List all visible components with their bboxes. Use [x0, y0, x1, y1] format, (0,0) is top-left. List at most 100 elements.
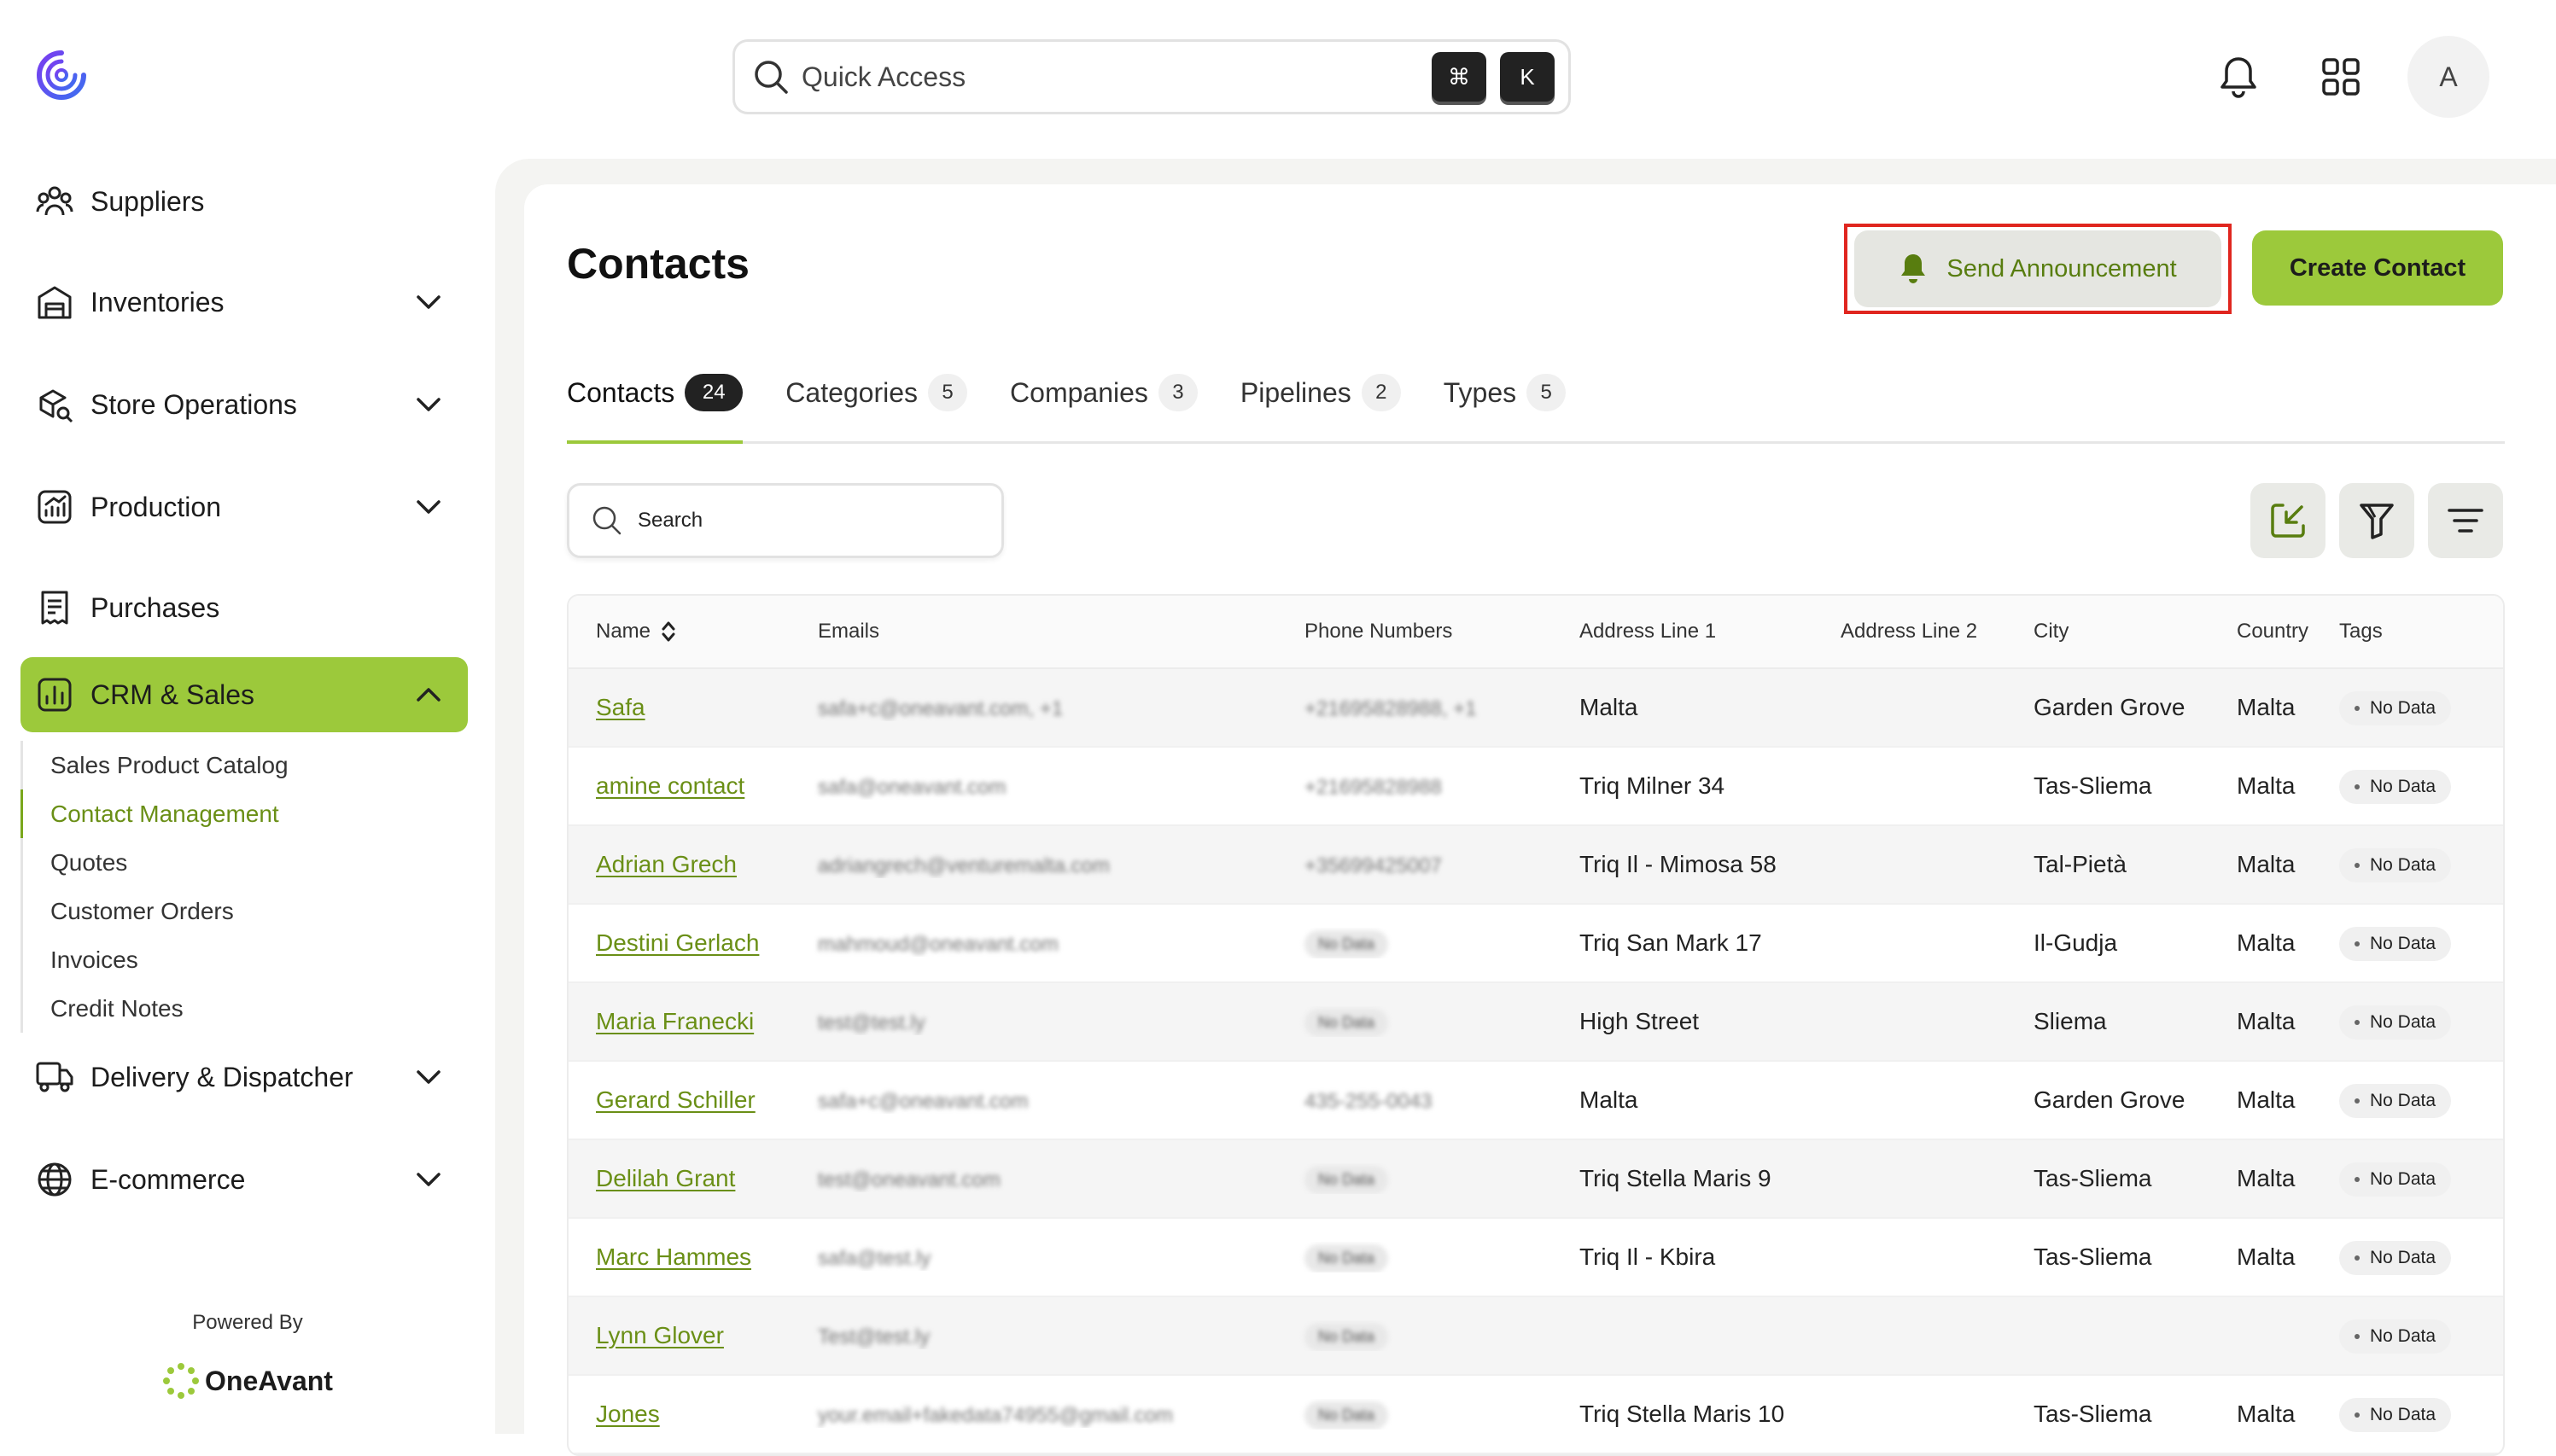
cell-city: Tal-Pietà — [2034, 851, 2127, 877]
subnav-item-invoices[interactable]: Invoices — [23, 935, 464, 984]
contact-name-link[interactable]: Jones — [596, 1401, 660, 1427]
tab-contacts[interactable]: Contacts 24 — [567, 367, 744, 444]
phone-empty-pill: No Data — [1304, 1166, 1389, 1194]
contact-name-link[interactable]: Delilah Grant — [596, 1165, 735, 1191]
receipt-icon — [34, 587, 75, 628]
truck-icon — [34, 1057, 75, 1098]
subnav-item-quotes[interactable]: Quotes — [23, 838, 464, 887]
cell-name: Marc Hammes — [569, 1243, 791, 1271]
chevron-down-icon[interactable] — [411, 387, 446, 422]
filter-button[interactable] — [2339, 483, 2414, 558]
phone-value: +35699425007 — [1304, 854, 1442, 877]
create-contact-button[interactable]: Create Contact — [2252, 230, 2503, 306]
cell-phone: +21695828988, +1 — [1277, 694, 1552, 721]
cell-email: test@oneavant.com — [791, 1165, 1277, 1192]
sidebar-item-e-commerce[interactable]: E-commerce — [20, 1142, 468, 1217]
subnav-item-credit-notes[interactable]: Credit Notes — [23, 984, 464, 1033]
tag-badge: No Data — [2339, 1162, 2452, 1197]
sidebar-item-suppliers[interactable]: Suppliers — [20, 164, 468, 239]
subnav-item-customer-orders[interactable]: Customer Orders — [23, 887, 464, 935]
tag-badge: No Data — [2339, 1084, 2452, 1118]
contacts-search-input[interactable]: Search — [567, 483, 1004, 558]
table-row[interactable]: amine contact safa@oneavant.com +216958289… — [569, 748, 2503, 826]
search-icon — [755, 61, 788, 94]
search-icon — [592, 506, 621, 535]
tab-label: Pipelines — [1240, 376, 1351, 408]
cell-address-line-1: Triq Stella Maris 9 — [1579, 1165, 1771, 1191]
contact-name-link[interactable]: Safa — [596, 694, 645, 720]
contact-name-link[interactable]: Marc Hammes — [596, 1243, 751, 1270]
brand-logo: OneAvant — [162, 1362, 333, 1400]
column-header-name[interactable]: Name — [569, 620, 791, 644]
tag-badge: No Data — [2339, 691, 2452, 725]
subnav-item-sales-product-catalog[interactable]: Sales Product Catalog — [23, 741, 464, 789]
tab-companies[interactable]: Companies 3 — [1010, 367, 1198, 418]
email-value: test@test.ly — [818, 1011, 925, 1034]
chevron-down-icon[interactable] — [411, 1060, 446, 1094]
tab-pipelines[interactable]: Pipelines 2 — [1240, 367, 1401, 418]
table-row[interactable]: Gerard Schiller safa+c@oneavant.com 435-25… — [569, 1062, 2503, 1140]
email-value: safa+c@oneavant.com, +1 — [818, 697, 1064, 720]
phone-empty-pill: No Data — [1304, 1323, 1389, 1351]
sidebar-item-crm-sales[interactable]: CRM & Sales — [20, 657, 468, 732]
user-avatar[interactable]: A — [2407, 36, 2489, 118]
apps-grid-icon[interactable] — [2314, 50, 2368, 104]
subnav-item-contact-management[interactable]: Contact Management — [20, 789, 464, 838]
table-row[interactable]: Adrian Grech adriangrech@venturemalta.com… — [569, 826, 2503, 905]
contact-name-link[interactable]: Lynn Glover — [596, 1322, 724, 1348]
cell-city: Tas-Sliema — [2034, 1243, 2152, 1270]
chevron-down-icon[interactable] — [411, 490, 446, 524]
chevron-down-icon[interactable] — [411, 1162, 446, 1197]
table-row[interactable]: Marc Hammes safa@test.ly No Data Triq Il - … — [569, 1219, 2503, 1297]
cell-phone: No Data — [1277, 1006, 1552, 1037]
sidebar-item-production[interactable]: Production — [20, 469, 468, 545]
chevron-down-icon[interactable] — [411, 285, 446, 319]
contact-name-link[interactable]: Destini Gerlach — [596, 929, 759, 956]
cell-email: safa@test.ly — [791, 1243, 1277, 1271]
crm-chart-icon — [34, 674, 75, 715]
sidebar-item-delivery-dispatcher[interactable]: Delivery & Dispatcher — [20, 1040, 468, 1115]
cell-address-line-1: Malta — [1579, 694, 1638, 720]
cell-name: Jones — [569, 1401, 791, 1428]
sidebar-item-purchases[interactable]: Purchases — [20, 570, 468, 645]
import-button[interactable] — [2250, 483, 2325, 558]
powered-by-label: Powered By — [192, 1311, 303, 1334]
table-row[interactable]: Maria Franecki test@test.ly No Data High St… — [569, 983, 2503, 1062]
cell-city: Il-Gudja — [2034, 929, 2118, 956]
sidebar: Suppliers Inventories Store Operations Prod… — [0, 0, 495, 1434]
cell-country: Malta — [2237, 851, 2296, 877]
table-row[interactable]: Destini Gerlach mahmoud@oneavant.com No Da… — [569, 905, 2503, 983]
email-value: safa@test.ly — [818, 1247, 931, 1270]
search-placeholder: Search — [638, 509, 703, 532]
app-logo-icon[interactable] — [34, 48, 89, 102]
table-row[interactable]: Lynn Glover Test@test.ly No Data No Data — [569, 1297, 2503, 1376]
contact-name-link[interactable]: Adrian Grech — [596, 851, 737, 877]
chevron-up-icon[interactable] — [411, 678, 446, 712]
contact-name-link[interactable]: Maria Franecki — [596, 1008, 754, 1034]
table-row[interactable]: Safa safa+c@oneavant.com, +1 +21695828988,… — [569, 669, 2503, 748]
tab-types[interactable]: Types 5 — [1444, 367, 1567, 418]
cell-address-line-1: Triq Stella Maris 10 — [1579, 1401, 1785, 1427]
email-value: adriangrech@venturemalta.com — [818, 854, 1110, 877]
tab-categories[interactable]: Categories 5 — [785, 367, 968, 418]
quick-access-search[interactable]: Quick Access ⌘ K — [732, 39, 1571, 114]
sidebar-item-store-operations[interactable]: Store Operations — [20, 367, 468, 442]
send-announcement-label: Send Announcement — [1946, 254, 2177, 282]
contacts-tabs: Contacts 24 Categories 5 Companies 3 Pipeli… — [567, 367, 2505, 444]
column-header-emails: Emails — [818, 620, 880, 643]
sidebar-item-label: Store Operations — [90, 388, 297, 420]
column-header-city: City — [2034, 620, 2069, 643]
page-title: Contacts — [567, 240, 750, 288]
bell-icon[interactable] — [2211, 50, 2266, 104]
email-value: test@oneavant.com — [818, 1168, 1001, 1191]
cell-email: safa+c@oneavant.com, +1 — [791, 694, 1277, 721]
sidebar-item-inventories[interactable]: Inventories — [20, 265, 468, 340]
table-row[interactable]: Delilah Grant test@oneavant.com No Data Tri… — [569, 1140, 2503, 1219]
send-announcement-button[interactable]: Send Announcement — [1854, 230, 2221, 307]
contact-name-link[interactable]: amine contact — [596, 772, 744, 799]
sort-options-button[interactable] — [2428, 483, 2503, 558]
tab-count-badge: 24 — [685, 374, 744, 411]
contact-name-link[interactable]: Gerard Schiller — [596, 1086, 756, 1113]
table-row[interactable]: Jones your.email+fakedata74955@gmail.com N… — [569, 1376, 2503, 1454]
tab-label: Companies — [1010, 376, 1148, 408]
